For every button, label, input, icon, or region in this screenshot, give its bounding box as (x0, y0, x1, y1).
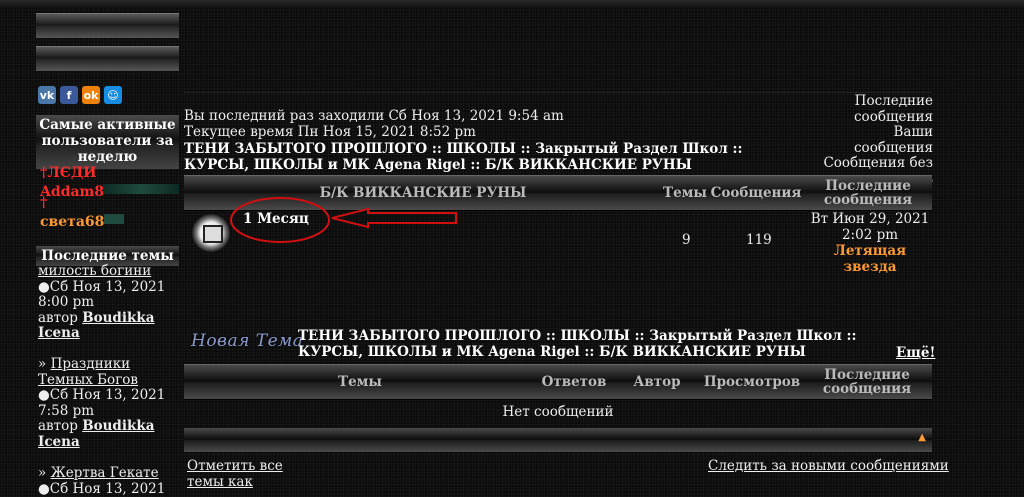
table-footer-bar: ▲ (184, 428, 932, 452)
more-link[interactable]: Ещё! (896, 345, 935, 361)
topic-prefix: » (38, 356, 51, 372)
your-posts-link[interactable]: Ваши сообщения (812, 124, 933, 156)
watch-link[interactable]: Следить за новыми сообщениями (708, 458, 949, 474)
last-post-time: 2:02 pm (841, 227, 899, 243)
latest-posts-link[interactable]: Последние сообщения (812, 93, 933, 125)
sidebar: vk f ok ☺ Самые активные пользователи за… (36, 8, 179, 497)
vk-icon[interactable]: vk (38, 86, 56, 104)
author-label: автор (38, 309, 78, 326)
mark-read-link[interactable]: Отметить все темы как (187, 458, 297, 490)
moimir-icon[interactable]: ☺ (104, 86, 122, 104)
user-rank-bar (104, 214, 124, 224)
col-replies: Ответов (541, 374, 607, 390)
annotation-overlay (230, 197, 457, 243)
author-label: автор (38, 418, 78, 434)
bullet-icon: ● (38, 278, 50, 295)
forum-topics-count: 9 (682, 232, 691, 248)
odnoklassniki-icon[interactable]: ok (82, 86, 100, 104)
forum-last-post: Вт Июн 29, 2021 2:02 pm Летящая звезда (810, 211, 930, 275)
col-posts: Сообщения (710, 185, 802, 201)
sidebar-bar (36, 13, 179, 38)
empty-message: Нет сообщений (502, 404, 614, 420)
last-post-author[interactable]: Летящая звезда (810, 243, 930, 275)
topic-prefix: » (38, 465, 51, 481)
active-users-heading: Самые активные пользователи за неделю (36, 115, 179, 169)
bullet-icon: ● (38, 480, 50, 497)
user-rank-bar (103, 184, 179, 194)
new-topic-button[interactable]: Новая Тема (191, 331, 303, 351)
header-area (184, 8, 932, 93)
active-users-list: †ЛЄДИ Addam8 † света68 (40, 166, 179, 230)
topic-item: » Праздники Темных Богов ●Сб Ноя 13, 202… (38, 356, 178, 450)
topic-time: 7:58 pm (38, 402, 95, 419)
arrow-up-icon[interactable]: ▲ (918, 432, 926, 443)
social-links: vk f ok ☺ (38, 86, 122, 104)
annotation-circle-icon (230, 197, 330, 243)
annotation-arrow-icon (331, 207, 457, 229)
topic-time: 8:00 pm (38, 294, 95, 310)
topic-link[interactable]: Праздники Темных Богов (38, 356, 138, 388)
topic-link[interactable]: Жертва Гекате (51, 465, 159, 481)
forum-posts-count: 119 (746, 232, 772, 248)
breadcrumb[interactable]: ТЕНИ ЗАБЫТОГО ПРОШЛОГО :: ШКОЛЫ :: Закры… (184, 141, 784, 173)
visit-info: Вы последний раз заходили Сб Ноя 13, 202… (184, 108, 564, 140)
active-user[interactable]: Addam8 (40, 184, 104, 200)
breadcrumb-secondary[interactable]: ТЕНИ ЗАБЫТОГО ПРОШЛОГО :: ШКОЛЫ :: Закры… (298, 328, 908, 360)
col-views: Просмотров (703, 374, 801, 390)
col-last: Последние сообщения (823, 178, 913, 208)
facebook-icon[interactable]: f (60, 86, 78, 104)
quick-links: Последние сообщения Ваши сообщения Сообщ… (812, 93, 933, 187)
col-topics: Темы (338, 374, 382, 390)
topic-date: Сб Ноя 13, 2021 (49, 387, 166, 403)
topic-item: » Жертва Гекате ●Сб Ноя 13, 2021 (38, 465, 178, 497)
col-topics: Темы (663, 185, 707, 201)
topic-item: милость богини ●Сб Ноя 13, 2021 8:00 pm … (38, 263, 178, 342)
last-post-date: Вт Июн 29, 2021 (810, 211, 930, 227)
topics-table-header: Темы Ответов Автор Просмотров Последние … (184, 364, 932, 400)
forum-status-icon (192, 214, 230, 252)
col-author: Автор (633, 374, 681, 390)
active-user[interactable]: †ЛЄДИ (40, 166, 179, 181)
last-visit: Вы последний раз заходили Сб Ноя 13, 202… (184, 108, 564, 124)
current-time: Текущее время Пн Ноя 15, 2021 8:52 pm (184, 123, 476, 140)
topic-link[interactable]: милость богини (38, 263, 151, 279)
sidebar-bar (36, 46, 179, 71)
bullet-icon: ● (38, 387, 50, 403)
topic-date: Сб Ноя 13, 2021 (49, 480, 166, 497)
col-last: Последние сообщения (822, 367, 912, 397)
top-banner (0, 0, 1024, 8)
topic-date: Сб Ноя 13, 2021 (49, 278, 166, 295)
active-user[interactable]: света68 (40, 214, 104, 230)
